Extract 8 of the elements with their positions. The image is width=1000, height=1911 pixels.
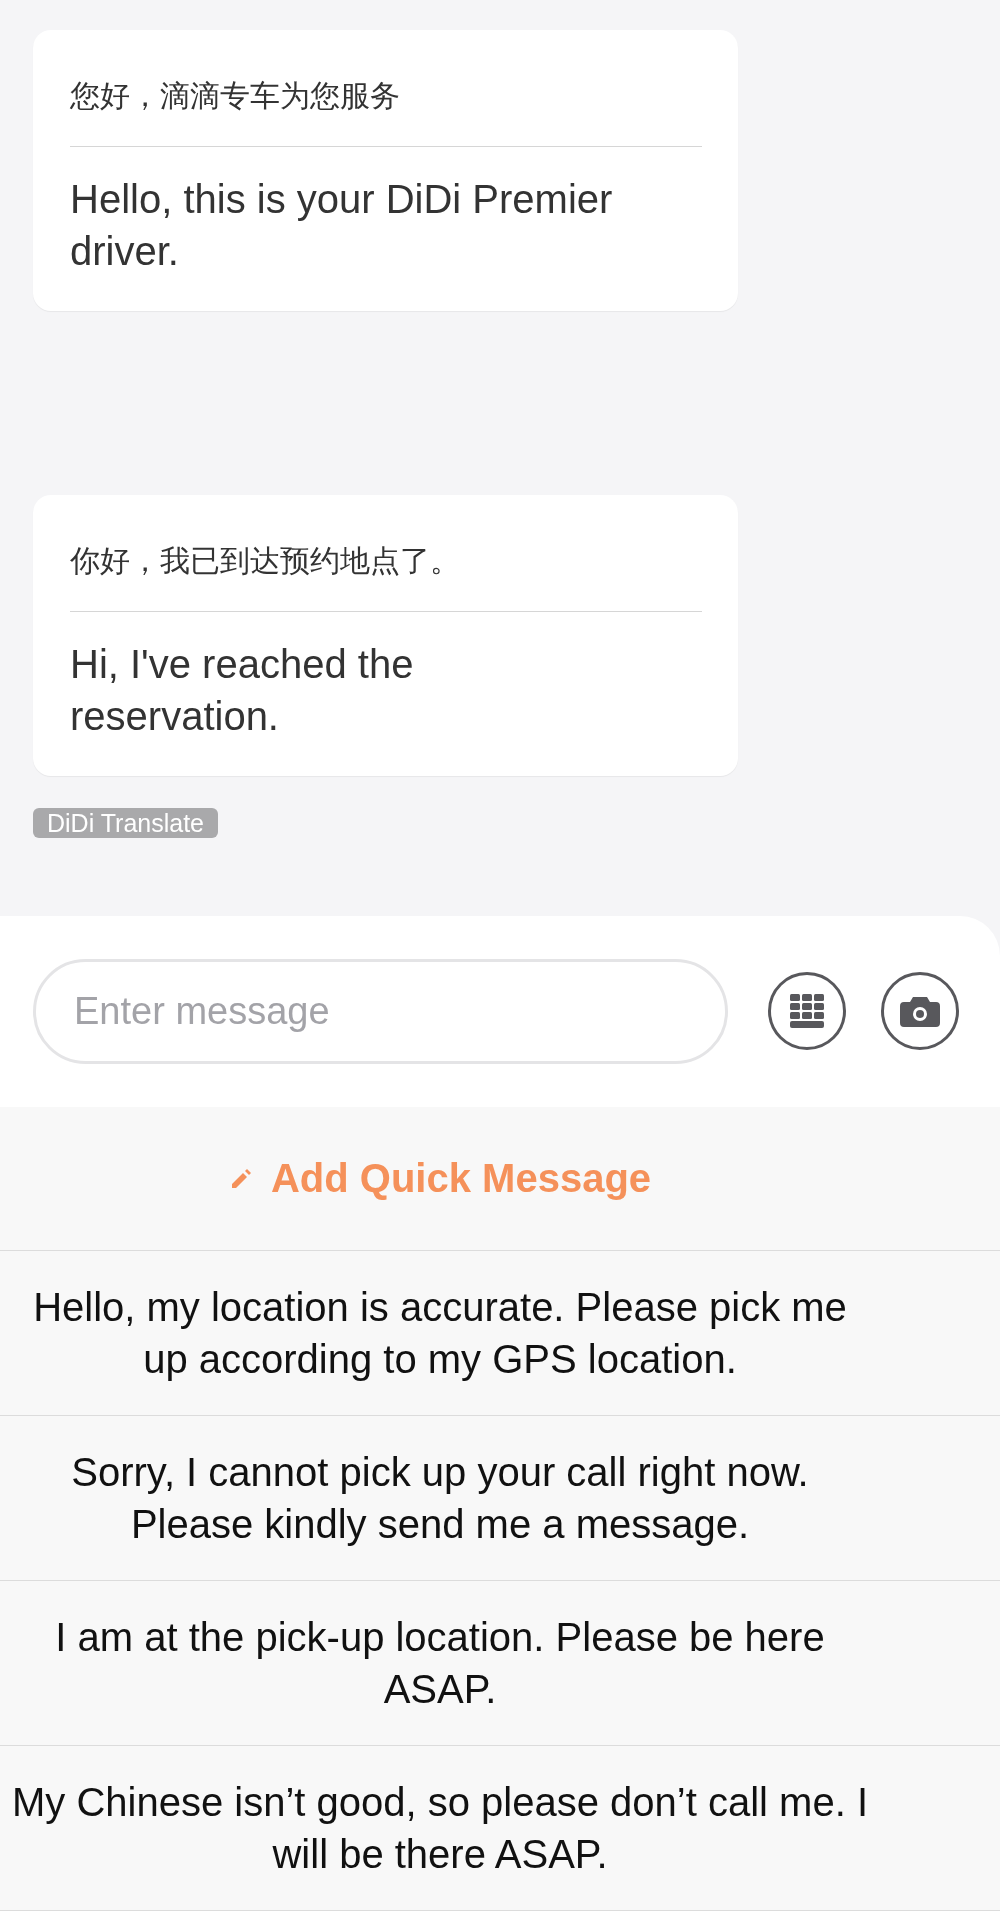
original-text: 你好，我已到达预约地点了。 xyxy=(70,541,702,612)
translated-text: Hi, I've reached the reservation. xyxy=(70,641,415,740)
camera-icon xyxy=(900,995,940,1028)
original-text: 您好，滴滴专车为您服务 xyxy=(70,76,702,147)
message-input[interactable]: Enter message xyxy=(33,958,728,1064)
translated-text: Hello, this is your DiDi Premier driver. xyxy=(70,176,614,275)
keypad-icon xyxy=(789,994,825,1029)
translation-tag: DiDi Translate xyxy=(33,808,218,838)
